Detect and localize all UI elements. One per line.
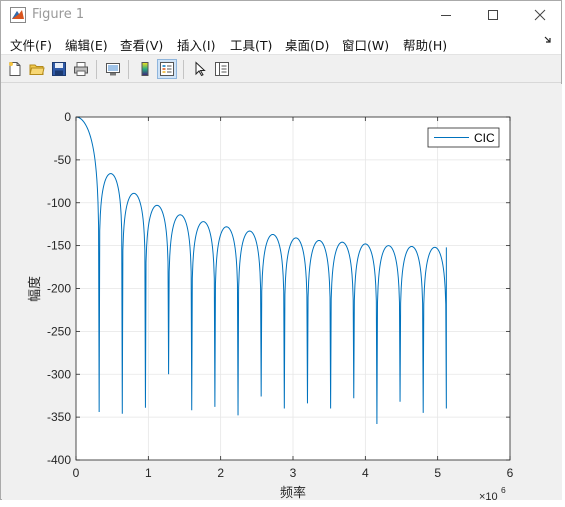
open-file-button[interactable] — [27, 59, 47, 79]
legend[interactable]: CIC — [427, 127, 500, 148]
y-tick-label: -300 — [47, 367, 71, 381]
close-icon — [534, 9, 546, 21]
y-tick-label: -350 — [47, 410, 71, 424]
property-inspector-button[interactable] — [212, 59, 232, 79]
maximize-icon — [488, 10, 498, 20]
menu-edit[interactable]: 编辑(E) — [65, 35, 108, 54]
legend-label-cic: CIC — [474, 131, 495, 145]
link-plot-button[interactable] — [103, 59, 123, 79]
arrow-icon[interactable] — [543, 35, 553, 47]
new-file-icon — [9, 62, 21, 76]
cursor-arrow-icon — [195, 61, 206, 77]
x-tick-label: 3 — [290, 466, 297, 480]
menu-view[interactable]: 查看(V) — [120, 35, 163, 54]
figure-toolbar — [1, 56, 561, 83]
minimize-icon — [441, 15, 451, 16]
window-title: Figure 1 — [32, 7, 85, 22]
y-tick-label: -50 — [54, 153, 72, 167]
x-axis-label: 频率 — [280, 485, 306, 500]
y-tick-label: -150 — [47, 239, 71, 253]
property-inspector-icon — [215, 62, 229, 76]
svg-text:6: 6 — [501, 485, 506, 495]
y-axis-label: 幅度 — [27, 276, 42, 302]
x-tick-label: 6 — [507, 466, 514, 480]
toolbar-separator — [128, 60, 129, 79]
y-tick-label: -400 — [47, 453, 71, 467]
x-tick-label: 5 — [434, 466, 441, 480]
matlab-logo-icon — [10, 7, 26, 23]
save-figure-button[interactable] — [49, 59, 69, 79]
insert-legend-button[interactable] — [157, 59, 177, 79]
printer-icon — [74, 62, 88, 76]
menu-desktop[interactable]: 桌面(D) — [285, 35, 329, 54]
x-tick-label: 4 — [362, 466, 369, 480]
link-plot-icon — [106, 63, 120, 76]
menu-window[interactable]: 窗口(W) — [342, 35, 389, 54]
x-tick-label: 2 — [217, 466, 224, 480]
figure-canvas[interactable]: 0 1 2 3 4 5 6 0 -50 -100 -150 -200 -250 -300 -350 -400 … — [2, 84, 562, 503]
floppy-icon — [52, 62, 66, 76]
menu-file[interactable]: 文件(F) — [10, 35, 52, 54]
plot-svg[interactable]: 0 1 2 3 4 5 60-50-100-150-200-250-300-350-400 … — [2, 84, 562, 503]
y-tick-label: -250 — [47, 324, 71, 338]
background-app-edge — [0, 500, 565, 507]
menu-help[interactable]: 帮助(H) — [403, 35, 447, 54]
minimize-button[interactable] — [423, 1, 469, 29]
print-figure-button[interactable] — [71, 59, 91, 79]
y-tick-label: -200 — [47, 282, 71, 296]
toolbar-separator — [183, 60, 184, 79]
folder-icon — [29, 64, 45, 75]
insert-colorbar-button[interactable] — [135, 59, 155, 79]
figure-window: Figure 1 文件(F) 编辑(E) 查看(V) 插入(I) 工具(T) 桌… — [0, 0, 562, 503]
title-bar[interactable]: Figure 1 — [1, 1, 561, 29]
close-button[interactable] — [517, 1, 563, 29]
x-tick-label: 1 — [145, 466, 152, 480]
menu-tools[interactable]: 工具(T) — [230, 35, 272, 54]
maximize-button[interactable] — [470, 1, 516, 29]
y-tick-label: 0 — [64, 110, 71, 124]
new-figure-button[interactable] — [5, 59, 25, 79]
toolbar-separator — [96, 60, 97, 79]
x-tick-label: 0 — [73, 466, 80, 480]
edit-plot-button[interactable] — [190, 59, 210, 79]
svg-text:×10: ×10 — [479, 491, 498, 500]
x-exponent-label: ×10 6 — [479, 485, 506, 503]
colorbar-icon — [141, 62, 149, 76]
menu-bar: 文件(F) 编辑(E) 查看(V) 插入(I) 工具(T) 桌面(D) 窗口(W… — [1, 29, 561, 55]
y-tick-label: -100 — [47, 196, 71, 210]
menu-insert[interactable]: 插入(I) — [177, 35, 215, 54]
legend-icon — [160, 62, 174, 76]
